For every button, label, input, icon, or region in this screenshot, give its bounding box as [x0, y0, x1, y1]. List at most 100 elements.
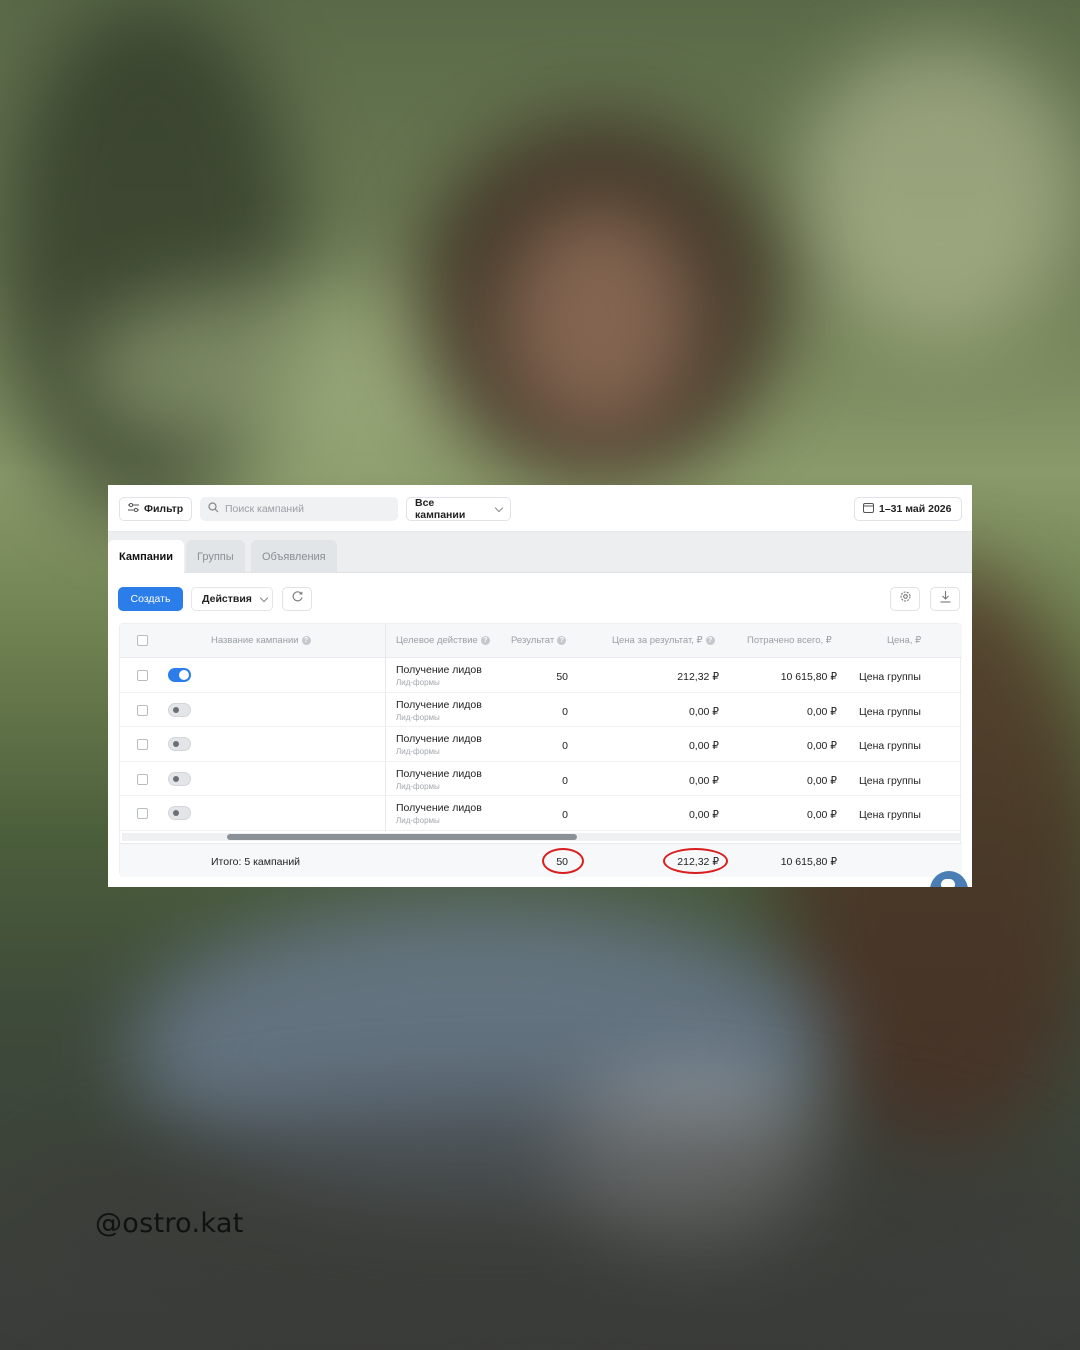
chat-icon [941, 879, 955, 887]
cost-per-result-cell: 0,00 ₽ [688, 740, 719, 752]
help-icon: ? [705, 636, 715, 645]
table-row[interactable]: Получение лидов Лид-формы 50 212,32 ₽ 10 615… [120, 658, 962, 693]
help-icon: ? [557, 636, 567, 645]
refresh-icon [291, 590, 304, 608]
campaign-status-toggle[interactable] [168, 806, 191, 820]
filter-button[interactable]: Фильтр [119, 497, 192, 521]
spent-cell: 0,00 ₽ [806, 740, 837, 752]
goal-cell: Получение лидов [396, 767, 482, 780]
settings-button[interactable] [890, 587, 920, 611]
tabs-bar: Кампании Группы Объявления [108, 532, 972, 573]
goal-subtitle: Лид-формы [396, 678, 440, 687]
price-cell: Цена группы [859, 774, 921, 787]
watermark: @ostro.kat [95, 1208, 244, 1239]
search-icon [208, 502, 219, 516]
price-cell: Цена группы [859, 740, 921, 752]
table-row[interactable]: Получение лидов Лид-формы 0 0,00 ₽ 0,00 ₽ Цен… [120, 762, 962, 796]
highlight-circle-cost [663, 848, 728, 874]
calendar-icon [863, 502, 874, 516]
refresh-button[interactable] [282, 587, 312, 611]
date-range-label: 1–31 май 2026 [879, 503, 952, 515]
row-checkbox[interactable] [137, 808, 148, 819]
actions-dropdown[interactable]: Действия [191, 587, 273, 611]
price-cell: Цена группы [859, 809, 921, 821]
goal-subtitle: Лид-формы [396, 712, 440, 722]
search-placeholder: Поиск кампаний [225, 503, 304, 515]
chevron-down-icon [494, 503, 504, 512]
campaign-status-toggle[interactable] [168, 702, 191, 717]
help-icon: ? [480, 636, 490, 645]
totals-spent: 10 615,80 ₽ [780, 856, 837, 868]
column-result[interactable]: Результат? [511, 635, 567, 646]
goal-subtitle: Лид-формы [396, 781, 440, 791]
column-goal[interactable]: Целевое действие? [396, 635, 490, 646]
row-checkbox[interactable] [137, 773, 148, 785]
tab-campaigns[interactable]: Кампании [108, 540, 185, 573]
table-row[interactable]: Получение лидов Лид-формы 0 0,00 ₽ 0,00 ₽ Цен… [120, 693, 962, 727]
top-toolbar: Фильтр Поиск кампаний Все кампании 1–31 … [108, 485, 972, 532]
scrollbar-thumb[interactable] [227, 834, 577, 840]
tab-ads[interactable]: Объявления [251, 540, 337, 573]
column-price[interactable]: Цена, ₽ [887, 635, 921, 646]
filter-icon [128, 502, 139, 515]
date-range-picker[interactable]: 1–31 май 2026 [854, 497, 962, 521]
actions-label: Действия [202, 593, 252, 605]
download-icon [939, 590, 952, 608]
chevron-down-icon [259, 593, 269, 602]
table-row[interactable]: Получение лидов Лид-формы 0 0,00 ₽ 0,00 ₽ Цен… [120, 796, 962, 831]
totals-label: Итого: 5 кампаний [211, 856, 301, 868]
price-cell: Цена группы [859, 705, 921, 718]
cost-per-result-cell: 0,00 ₽ [688, 774, 719, 787]
price-cell: Цена группы [859, 671, 921, 683]
toggle-knob [173, 810, 179, 816]
filter-label: Фильтр [144, 503, 184, 515]
cost-per-result-cell: 0,00 ₽ [688, 809, 719, 821]
ads-cabinet-panel: Фильтр Поиск кампаний Все кампании 1–31 … [108, 485, 972, 887]
spent-cell: 0,00 ₽ [806, 774, 837, 787]
actions-bar: Создать Действия [108, 573, 972, 623]
column-spent-total[interactable]: Потрачено всего, ₽ [747, 635, 832, 646]
table-totals-row: Итого: 5 кампаний 50 212,32 ₽ 10 615,80 … [120, 843, 962, 877]
campaign-status-toggle[interactable] [168, 668, 191, 682]
toggle-knob [173, 775, 179, 782]
table-header: Название кампании? Целевое действие? Рез… [120, 624, 962, 658]
spent-cell: 0,00 ₽ [806, 705, 837, 718]
column-cost-per-result[interactable]: Цена за результат, ₽? [612, 635, 715, 646]
gear-icon [899, 590, 912, 608]
campaigns-table: Название кампании? Целевое действие? Рез… [119, 623, 962, 877]
campaign-status-toggle[interactable] [168, 771, 191, 786]
table-row[interactable]: Получение лидов Лид-формы 0 0,00 ₽ 0,00 ₽ Цен… [120, 727, 962, 762]
goal-cell: Получение лидов [396, 802, 482, 814]
result-cell: 0 [562, 774, 568, 787]
goal-cell: Получение лидов [396, 698, 482, 711]
result-cell: 0 [562, 740, 568, 752]
goal-cell: Получение лидов [396, 733, 482, 745]
campaign-status-toggle[interactable] [168, 737, 191, 751]
cost-per-result-cell: 0,00 ₽ [688, 705, 719, 718]
create-button[interactable]: Создать [118, 587, 183, 611]
spent-cell: 0,00 ₽ [806, 809, 837, 821]
row-checkbox[interactable] [137, 704, 148, 716]
toggle-knob [173, 706, 179, 713]
highlight-circle-result [542, 848, 584, 874]
download-button[interactable] [930, 587, 960, 611]
goal-subtitle: Лид-формы [396, 747, 440, 756]
result-cell: 0 [562, 705, 568, 718]
spent-cell: 10 615,80 ₽ [780, 671, 837, 683]
row-checkbox[interactable] [137, 739, 148, 750]
row-checkbox[interactable] [137, 670, 148, 681]
goal-subtitle: Лид-формы [396, 816, 440, 825]
tab-groups[interactable]: Группы [186, 540, 245, 573]
select-all-checkbox[interactable] [137, 635, 148, 646]
help-icon: ? [301, 636, 311, 645]
campaign-select[interactable]: Все кампании [406, 497, 511, 521]
toggle-knob [173, 741, 179, 747]
horizontal-scrollbar[interactable] [122, 833, 960, 841]
result-cell: 50 [556, 671, 568, 683]
toggle-knob [179, 670, 189, 680]
search-input[interactable]: Поиск кампаний [200, 497, 398, 521]
column-name[interactable]: Название кампании? [211, 635, 311, 646]
result-cell: 0 [562, 809, 568, 821]
campaign-select-value: Все кампании [415, 497, 466, 521]
cost-per-result-cell: 212,32 ₽ [677, 671, 719, 683]
